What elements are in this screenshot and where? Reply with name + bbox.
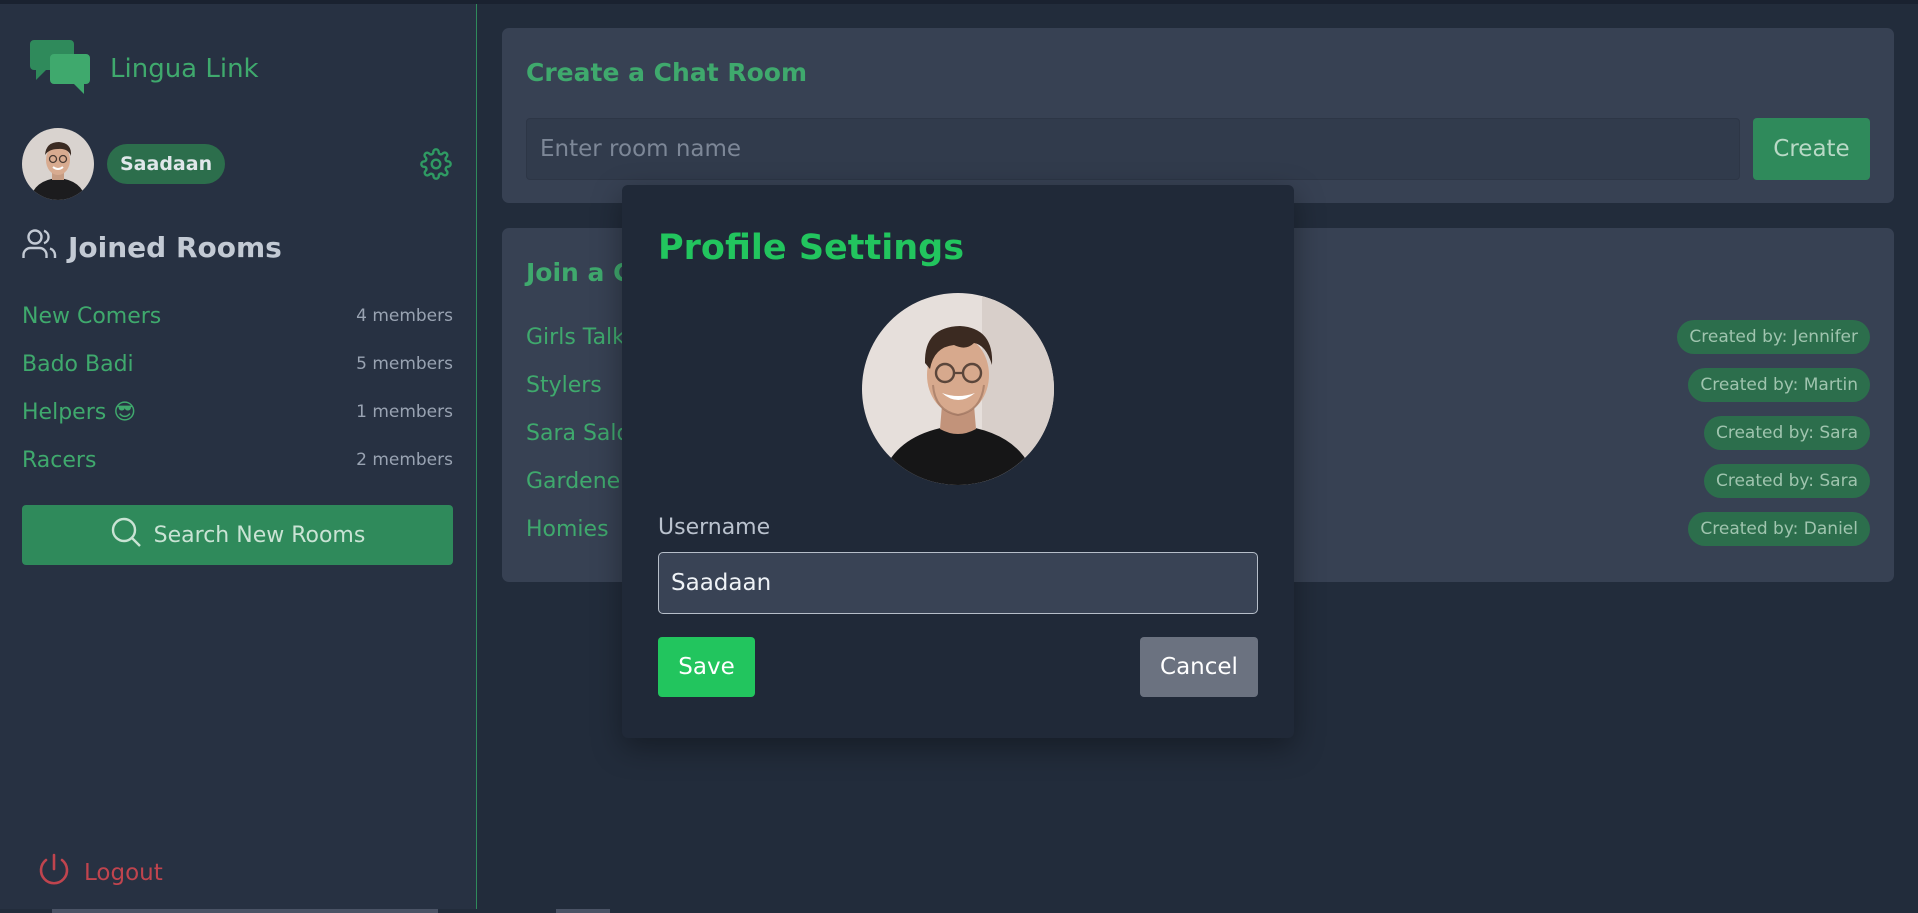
room-name: Stylers — [526, 372, 602, 398]
username-label: Username — [658, 515, 771, 540]
room-name: Racers — [22, 447, 97, 473]
gear-icon[interactable] — [420, 148, 452, 180]
member-count: 4 members — [356, 306, 453, 326]
joined-room-list: New Comers 4 members Bado Badi 5 members… — [22, 292, 453, 484]
list-item[interactable]: Racers 2 members — [22, 436, 453, 484]
search-icon — [110, 516, 154, 554]
member-count: 1 members — [356, 402, 453, 422]
power-icon — [38, 853, 70, 893]
users-icon — [22, 228, 57, 267]
room-name: New Comers — [22, 303, 162, 329]
logout-label: Logout — [84, 860, 163, 886]
create-room-card: Create a Chat Room Create — [502, 28, 1894, 203]
creator-badge: Created by: Martin — [1688, 368, 1870, 402]
save-button[interactable]: Save — [658, 637, 755, 697]
member-count: 2 members — [356, 450, 453, 470]
chat-bubbles-icon — [30, 38, 90, 100]
list-item[interactable]: Helpers 😎 1 members — [22, 388, 453, 436]
room-name: Bado Badi — [22, 351, 134, 377]
username-badge: Saadaan — [107, 144, 226, 184]
cancel-button[interactable]: Cancel — [1140, 637, 1258, 697]
member-count: 5 members — [356, 354, 453, 374]
modal-title: Profile Settings — [658, 228, 965, 268]
profile-settings-modal: Profile Settings Username Save Cancel — [622, 185, 1294, 738]
room-name: Homies — [526, 516, 609, 542]
search-button-label: Search New Rooms — [153, 522, 366, 548]
create-button[interactable]: Create — [1753, 118, 1870, 180]
creator-badge: Created by: Sara — [1703, 464, 1870, 498]
app-name: Lingua Link — [110, 54, 259, 84]
list-item[interactable]: New Comers 4 members — [22, 292, 453, 340]
joined-rooms-title: Joined Rooms — [68, 231, 282, 264]
profile-photo[interactable] — [862, 293, 1054, 485]
logout-button[interactable]: Logout — [24, 853, 163, 893]
list-item[interactable]: Bado Badi 5 members — [22, 340, 453, 388]
avatar[interactable] — [22, 128, 94, 200]
sidebar: Lingua Link Saadaan Joined Rooms New Com… — [0, 4, 477, 909]
brand[interactable]: Lingua Link — [30, 38, 259, 100]
creator-badge: Created by: Jennifer — [1677, 320, 1870, 354]
room-name: Helpers 😎 — [22, 399, 137, 425]
search-new-rooms-button[interactable]: Search New Rooms — [22, 505, 453, 565]
joined-rooms-heading: Joined Rooms — [22, 228, 282, 267]
create-room-title: Create a Chat Room — [526, 58, 808, 87]
creator-badge: Created by: Daniel — [1688, 512, 1870, 546]
horizontal-scrollbar[interactable] — [52, 909, 438, 913]
room-name: Girls Talk — [526, 324, 625, 350]
horizontal-scrollbar-secondary[interactable] — [556, 909, 610, 913]
user-row: Saadaan — [22, 127, 452, 201]
creator-badge: Created by: Sara — [1703, 416, 1870, 450]
room-name-input[interactable] — [526, 118, 1740, 180]
username-field[interactable] — [658, 552, 1258, 614]
